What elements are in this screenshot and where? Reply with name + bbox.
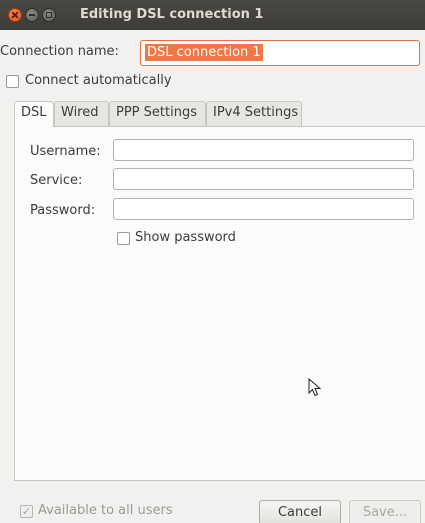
tab-ppp-settings[interactable]: PPP Settings bbox=[109, 101, 206, 126]
tab-ipv4-settings[interactable]: IPv4 Settings bbox=[206, 101, 302, 126]
show-password-checkbox[interactable] bbox=[117, 232, 130, 245]
connection-name-value: DSL connection 1 bbox=[145, 44, 263, 61]
minimize-icon[interactable] bbox=[25, 8, 39, 22]
checkmark-icon: ✓ bbox=[21, 505, 32, 518]
username-label: Username: bbox=[30, 144, 101, 159]
window-title: Editing DSL connection 1 bbox=[80, 7, 264, 22]
maximize-icon[interactable] bbox=[42, 8, 56, 22]
username-input[interactable] bbox=[113, 139, 414, 161]
password-label: Password: bbox=[30, 203, 96, 218]
service-label: Service: bbox=[30, 173, 83, 188]
edit-connection-dialog: Editing DSL connection 1 Connection name… bbox=[0, 0, 425, 523]
connect-automatically-checkbox[interactable] bbox=[6, 75, 19, 88]
service-input[interactable] bbox=[113, 168, 414, 190]
save-button[interactable]: Save... bbox=[349, 500, 421, 523]
connection-name-input[interactable]: DSL connection 1 bbox=[140, 40, 420, 66]
close-icon[interactable] bbox=[8, 8, 22, 22]
cancel-button[interactable]: Cancel bbox=[259, 500, 341, 523]
mouse-pointer-icon bbox=[308, 378, 322, 397]
title-bar[interactable]: Editing DSL connection 1 bbox=[0, 0, 425, 30]
connect-automatically-label[interactable]: Connect automatically bbox=[25, 73, 172, 88]
tab-dsl[interactable]: DSL bbox=[14, 101, 54, 127]
connection-name-label: Connection name: bbox=[0, 44, 119, 59]
available-to-all-users-checkbox[interactable]: ✓ bbox=[20, 505, 33, 518]
tab-wired[interactable]: Wired bbox=[54, 101, 109, 126]
show-password-label[interactable]: Show password bbox=[135, 230, 236, 245]
password-input[interactable] bbox=[113, 198, 414, 220]
available-to-all-users-label[interactable]: Available to all users bbox=[38, 503, 173, 518]
